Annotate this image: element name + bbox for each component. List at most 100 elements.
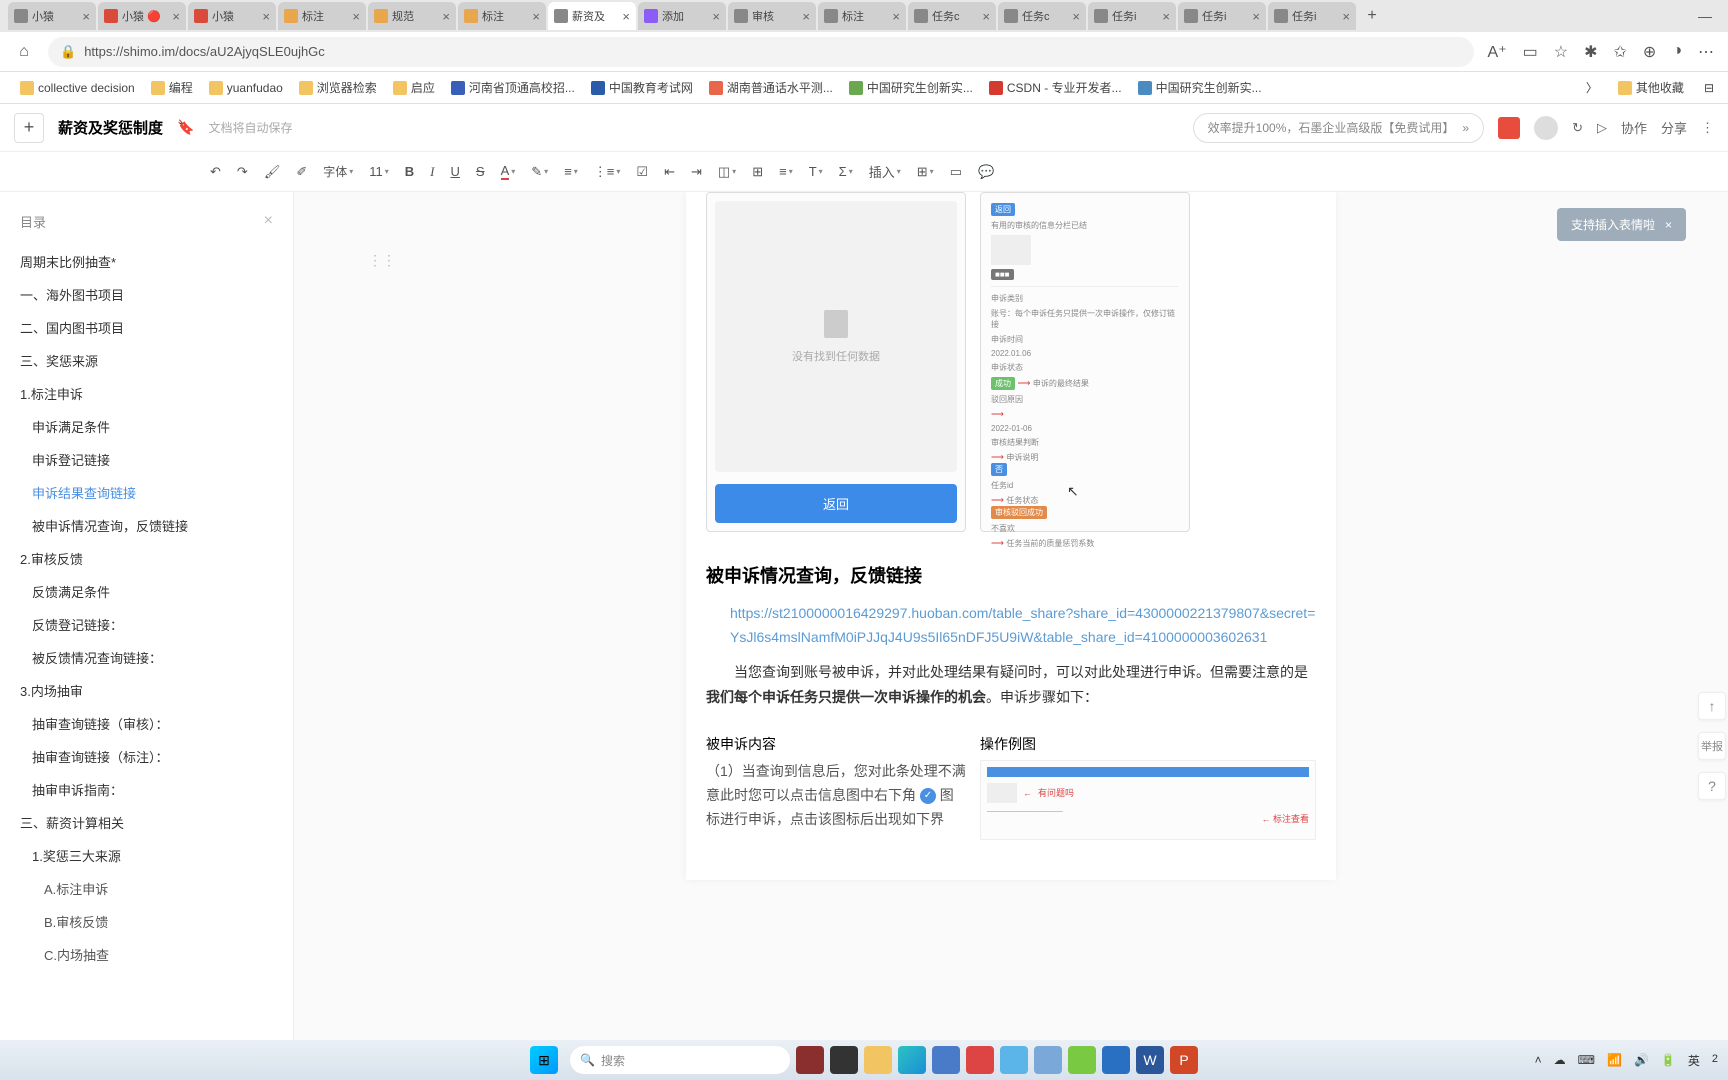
volume-icon[interactable]: 🔊 — [1634, 1053, 1649, 1067]
outline-item[interactable]: 抽审查询链接（审核）： — [20, 707, 273, 740]
image-button[interactable]: ▭ — [950, 164, 962, 180]
bookmark-item[interactable]: yuanfudao — [203, 77, 289, 99]
section-heading[interactable]: 被申诉情况查询，反馈链接 — [706, 562, 1316, 588]
tab-close-icon[interactable]: × — [1162, 9, 1170, 24]
outline-item[interactable]: 三、奖惩来源 — [20, 344, 273, 377]
outline-item[interactable]: 3.内场抽审 — [20, 674, 273, 707]
start-button[interactable]: ⊞ — [530, 1046, 558, 1074]
browser-tab[interactable]: 添加× — [638, 2, 726, 30]
outline-item[interactable]: C.内场抽查 — [20, 938, 273, 971]
outline-item[interactable]: 被申诉情况查询，反馈链接 — [20, 509, 273, 542]
tray-chevron-icon[interactable]: ˄ — [1535, 1053, 1542, 1067]
browser-tab[interactable]: 任务i× — [1178, 2, 1266, 30]
powerpoint-icon[interactable]: P — [1170, 1046, 1198, 1074]
play-icon[interactable]: ▷ — [1597, 120, 1607, 136]
wifi-icon[interactable]: 📶 — [1607, 1053, 1622, 1067]
format-paint-icon[interactable]: 🖌 — [264, 164, 281, 180]
share-button[interactable]: 分享 — [1661, 118, 1687, 137]
bg-fill-button[interactable]: ◫▾ — [718, 164, 736, 180]
outline-item[interactable]: 申诉满足条件 — [20, 410, 273, 443]
taskbar-app-icon[interactable] — [830, 1046, 858, 1074]
grid-button[interactable]: ⊞▾ — [917, 164, 934, 180]
formula-button[interactable]: Σ▾ — [839, 164, 853, 179]
taskbar-app-icon[interactable] — [796, 1046, 824, 1074]
home-icon[interactable]: ⌂ — [14, 42, 34, 62]
browser-tab-active[interactable]: 薪资及× — [548, 2, 636, 30]
tab-close-icon[interactable]: × — [712, 9, 720, 24]
underline-button[interactable]: U — [451, 164, 460, 179]
tab-close-icon[interactable]: × — [622, 9, 630, 24]
taskbar-search[interactable]: 🔍 搜索 — [570, 1046, 790, 1074]
favorites-icon[interactable]: ☆ — [1554, 42, 1568, 62]
line-height-button[interactable]: T▾ — [809, 164, 823, 179]
ime-indicator[interactable]: 英 — [1688, 1052, 1700, 1069]
browser-tab[interactable]: 任务c× — [998, 2, 1086, 30]
extension-icon[interactable]: ✱ — [1584, 42, 1597, 62]
outline-item[interactable]: 反馈满足条件 — [20, 575, 273, 608]
read-aloud-icon[interactable]: A⁺ — [1488, 42, 1507, 62]
tab-close-icon[interactable]: × — [982, 9, 990, 24]
align-button[interactable]: ≡▾ — [779, 164, 793, 179]
browser-tab[interactable]: 小猿× — [188, 2, 276, 30]
browser-tab[interactable]: 任务c× — [908, 2, 996, 30]
tab-close-icon[interactable]: × — [1342, 9, 1350, 24]
outline-item[interactable]: 抽审申诉指南： — [20, 773, 273, 806]
font-size-select[interactable]: 11▾ — [369, 164, 389, 179]
bookmark-item[interactable]: 浏览器检索 — [293, 75, 383, 100]
side-panel-icon[interactable]: ⊟ — [1704, 81, 1714, 95]
history-icon[interactable]: ↻ — [1572, 120, 1583, 136]
edge-icon[interactable] — [898, 1046, 926, 1074]
drag-handle-icon[interactable]: ⋮⋮ — [368, 252, 396, 269]
input-icon[interactable]: ⌨ — [1578, 1053, 1595, 1067]
clock[interactable]: 2 — [1712, 1053, 1718, 1066]
browser-tab[interactable]: 标注× — [458, 2, 546, 30]
outline-item[interactable]: 申诉登记链接 — [20, 443, 273, 476]
clear-format-icon[interactable]: ✐ — [296, 164, 307, 180]
tab-close-icon[interactable]: × — [352, 9, 360, 24]
table-button[interactable]: ⊞ — [752, 164, 763, 180]
outline-item[interactable]: B.审核反馈 — [20, 905, 273, 938]
doc-title[interactable]: 薪资及奖惩制度 — [58, 117, 163, 138]
outline-item[interactable]: 二、国内图书项目 — [20, 311, 273, 344]
chevron-right-icon[interactable]: 〉 — [1586, 79, 1598, 96]
file-explorer-icon[interactable] — [864, 1046, 892, 1074]
gift-icon[interactable] — [1498, 117, 1520, 139]
undo-icon[interactable]: ↶ — [210, 164, 221, 180]
user-avatar[interactable] — [1534, 116, 1558, 140]
scroll-top-button[interactable]: ↑ — [1698, 692, 1726, 720]
taskbar-app-icon[interactable] — [966, 1046, 994, 1074]
bookmark-item[interactable]: 中国研究生创新实... — [1132, 75, 1268, 100]
italic-button[interactable]: I — [430, 164, 434, 180]
taskbar-app-icon[interactable] — [932, 1046, 960, 1074]
more-icon[interactable]: ⋮ — [1701, 120, 1714, 136]
outline-item[interactable]: 一、海外图书项目 — [20, 278, 273, 311]
ordered-list-button[interactable]: ≡▾ — [564, 164, 578, 179]
report-button[interactable]: 举报 — [1698, 732, 1726, 760]
bookmark-item[interactable]: 启应 — [387, 75, 441, 100]
outline-item[interactable]: 1.奖惩三大来源 — [20, 839, 273, 872]
add-collection-icon[interactable]: ⊕ — [1643, 42, 1656, 62]
tab-close-icon[interactable]: × — [442, 9, 450, 24]
close-icon[interactable]: × — [1665, 218, 1672, 232]
outline-item[interactable]: 抽审查询链接（标注）： — [20, 740, 273, 773]
outline-item-active[interactable]: 申诉结果查询链接 — [20, 476, 273, 509]
help-button[interactable]: ? — [1698, 772, 1726, 800]
reader-icon[interactable]: ▭ — [1523, 42, 1538, 62]
bookmark-item[interactable]: 编程 — [145, 75, 199, 100]
bookmark-item[interactable]: 河南省顶通高校招... — [445, 75, 581, 100]
tab-close-icon[interactable]: × — [172, 9, 180, 24]
browser-tab[interactable]: 标注× — [818, 2, 906, 30]
document-canvas[interactable]: ⋮⋮ 没有找到任何数据 返回 返回 有用的审核的信息分栏已结 ■■■ — [294, 192, 1728, 1080]
other-bookmarks[interactable]: 其他收藏 — [1612, 75, 1690, 100]
collab-button[interactable]: 协作 — [1621, 118, 1647, 137]
taskbar-app-icon[interactable] — [1034, 1046, 1062, 1074]
comment-button[interactable]: 💬 — [978, 164, 994, 180]
browser-tab[interactable]: 任务i× — [1088, 2, 1176, 30]
unordered-list-button[interactable]: ⋮≡▾ — [594, 164, 621, 180]
browser-tab[interactable]: 任务i× — [1268, 2, 1356, 30]
bold-button[interactable]: B — [405, 164, 414, 179]
strikethrough-button[interactable]: S — [476, 164, 485, 179]
browser-tab[interactable]: 小猿 🔴× — [98, 2, 186, 30]
tab-close-icon[interactable]: × — [802, 9, 810, 24]
highlight-button[interactable]: ✎▾ — [531, 164, 548, 180]
